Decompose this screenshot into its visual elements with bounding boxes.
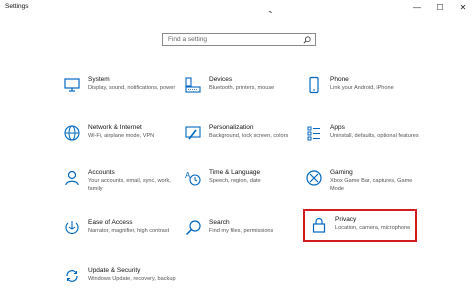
phone-icon [309, 76, 319, 94]
tile-label: Devices [209, 76, 233, 83]
tile-label: Personalization [209, 124, 254, 131]
tile-apps[interactable]: Apps Uninstall, defaults, optional featu… [305, 122, 423, 162]
tile-phone[interactable]: Phone Link your Android, iPhone [305, 74, 423, 114]
close-button[interactable]: ✕ [452, 0, 474, 14]
time-language-icon: A [185, 171, 201, 186]
search-input[interactable]: Find a setting [162, 33, 316, 46]
tile-description: Background, lock screen, colors [209, 133, 289, 139]
tile-description: Bluetooth, printers, mouse [209, 85, 275, 91]
tile-time-language[interactable]: A Time & Language Speech, region, date [184, 167, 302, 207]
magnifier-icon [185, 220, 201, 236]
tile-label: Gaming [330, 169, 353, 176]
search-placeholder: Find a setting [168, 36, 208, 43]
tile-label: Time & Language [209, 169, 261, 176]
tile-label: Search [209, 219, 230, 226]
tile-description: Uninstall, defaults, optional features [330, 133, 419, 139]
tile-description: Xbox Game Bar, captures, Game Mode [330, 178, 413, 192]
tile-description: Link your Android, iPhone [330, 85, 394, 91]
tile-system[interactable]: System Display, sound, notifications, po… [63, 74, 181, 114]
tile-description: Narrator, magnifier, high contrast [88, 228, 170, 234]
tile-description: Windows Update, recovery, backup [88, 276, 176, 282]
globe-icon [64, 125, 80, 141]
tile-description: Display, sound, notifications, power [88, 85, 176, 91]
ease-of-access-icon [65, 221, 79, 234]
tile-description: Speech, region, date [209, 178, 261, 184]
tile-ease-of-access[interactable]: Ease of Access Narrator, magnifier, high… [63, 217, 181, 257]
tile-devices[interactable]: Devices Bluetooth, printers, mouse [184, 74, 302, 114]
xbox-icon [306, 170, 322, 186]
tile-update-security[interactable]: Update & Security Windows Update, recove… [63, 265, 181, 295]
maximize-button[interactable]: ☐ [429, 0, 451, 14]
keyboard-speaker-icon [185, 77, 201, 93]
tile-network[interactable]: Network & Internet Wi-Fi, airplane mode,… [63, 122, 181, 162]
tile-label: Ease of Access [88, 219, 133, 226]
title-bar: Settings — ☐ ✕ [0, 0, 474, 16]
tile-label: Network & Internet [88, 124, 142, 131]
tile-label: Apps [330, 124, 345, 131]
tile-label: Accounts [88, 169, 115, 176]
tile-search[interactable]: Search Find my files, permissions [184, 217, 302, 257]
search-icon [303, 36, 311, 44]
tile-label: Phone [330, 76, 349, 83]
paintbrush-icon [185, 126, 201, 140]
tile-personalization[interactable]: Personalization Background, lock screen,… [184, 122, 302, 162]
tile-description: Your accounts, email, sync, work, family [88, 178, 171, 192]
sync-icon [66, 270, 78, 282]
tile-accounts[interactable]: Accounts Your accounts, email, sync, wor… [63, 167, 181, 207]
tile-label: System [88, 76, 110, 83]
tile-gaming[interactable]: Gaming Xbox Game Bar, captures, Game Mod… [305, 167, 423, 207]
tile-label: Update & Security [88, 267, 141, 274]
person-icon [65, 170, 79, 186]
tile-description: Wi-Fi, airplane mode, VPN [88, 133, 155, 139]
tile-description: Find my files, permissions [209, 228, 274, 234]
privacy-highlight-box [303, 209, 417, 242]
minimize-button[interactable]: — [406, 0, 428, 14]
window-title: Settings [5, 3, 29, 10]
apps-list-icon [307, 126, 320, 141]
monitor-icon [64, 78, 80, 92]
